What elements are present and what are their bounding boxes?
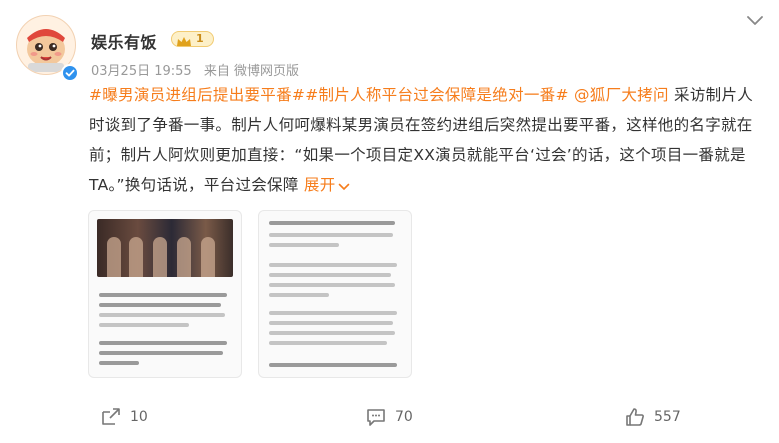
comment-count: 70 [395, 409, 413, 425]
expand-button[interactable]: 展开 [299, 176, 350, 194]
repost-button[interactable]: 10 [100, 399, 148, 435]
action-bar: 10 70 557 [0, 399, 779, 439]
crown-icon [176, 33, 192, 52]
verified-badge-icon [61, 64, 79, 82]
like-button[interactable]: 557 [624, 399, 681, 435]
post-image-thumbnail[interactable] [88, 210, 242, 378]
chevron-down-icon [747, 16, 763, 25]
topic-tag[interactable]: #制片人称平台过会保障是绝对一番# [305, 86, 569, 104]
mention-link[interactable]: @狐厂大拷问 [574, 86, 669, 104]
thumbs-up-icon [626, 408, 644, 426]
topic-tag[interactable]: #曝男演员进组后提出要平番# [89, 86, 305, 104]
post-menu-button[interactable] [746, 12, 764, 26]
repost-count: 10 [130, 409, 148, 425]
level-number: 1 [196, 32, 204, 45]
expand-label: 展开 [303, 176, 336, 194]
photo [97, 219, 233, 277]
repost-icon [102, 408, 120, 425]
comment-icon [367, 409, 385, 426]
post-image-thumbnail[interactable] [258, 210, 412, 378]
post-source: 来自 微博网页版 [203, 64, 299, 79]
comment-button[interactable]: 70 [365, 399, 413, 435]
like-count: 557 [654, 409, 681, 425]
post-content: #曝男演员进组后提出要平番##制片人称平台过会保障是绝对一番# @狐厂大拷问 采… [89, 80, 759, 201]
username[interactable]: 娱乐有饭 [91, 29, 157, 53]
post-meta: 03月25日 19:55 来自 微博网页版 [91, 60, 307, 79]
level-badge[interactable]: 1 [171, 31, 214, 47]
chevron-down-icon [338, 171, 350, 201]
post-date[interactable]: 03月25日 19:55 [91, 64, 192, 79]
